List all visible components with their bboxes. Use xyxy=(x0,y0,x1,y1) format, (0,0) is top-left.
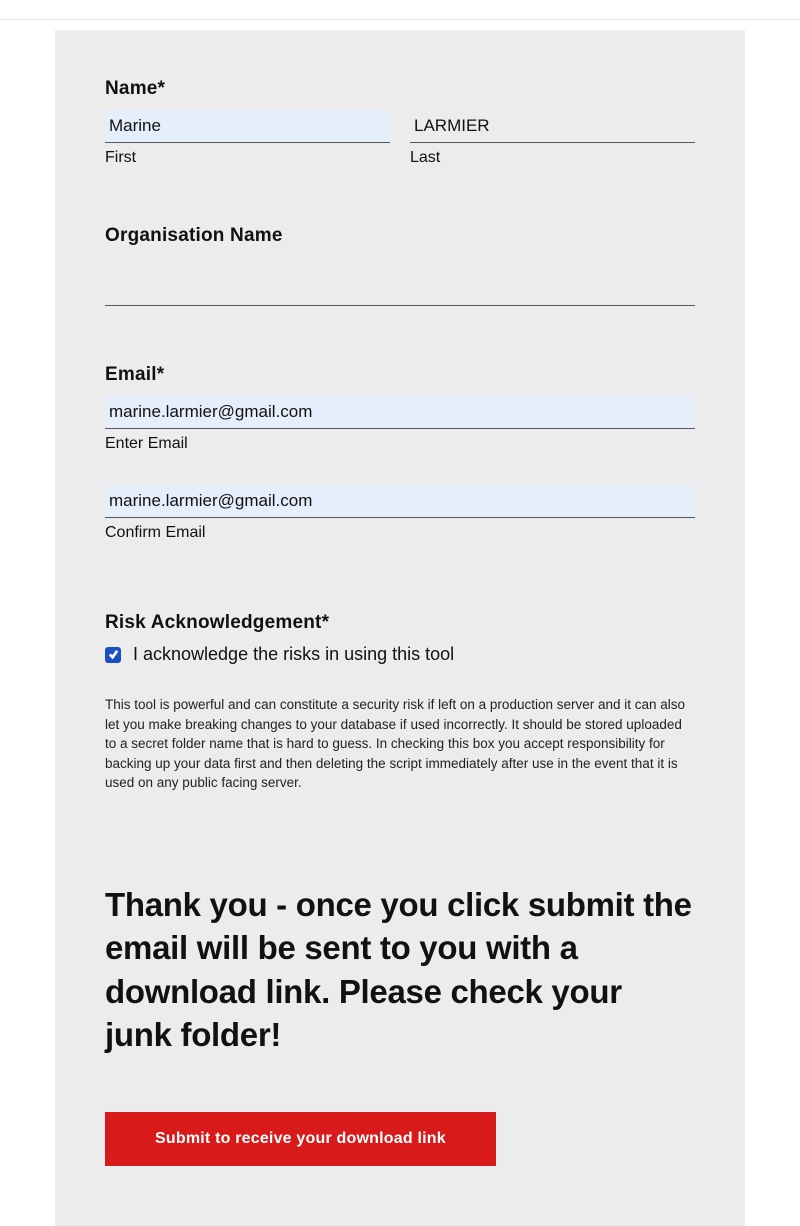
form-container: Name* First Last Organisation Name Email… xyxy=(55,30,745,1226)
risk-disclaimer: This tool is powerful and can constitute… xyxy=(105,695,695,793)
first-name-sublabel: First xyxy=(105,149,390,167)
enter-email-block: Enter Email xyxy=(105,396,695,453)
confirm-email-sublabel: Confirm Email xyxy=(105,524,695,542)
top-border xyxy=(0,0,800,20)
risk-checkbox[interactable] xyxy=(105,647,121,663)
risk-checkbox-row: I acknowledge the risks in using this to… xyxy=(105,644,695,665)
name-group: Name* First Last xyxy=(105,78,695,167)
name-row: First Last xyxy=(105,110,695,167)
confirm-email-block: Confirm Email xyxy=(105,485,695,542)
risk-label: Risk Acknowledgement* xyxy=(105,612,695,634)
thank-you-heading: Thank you - once you click submit the em… xyxy=(105,883,695,1057)
last-name-col: Last xyxy=(410,110,695,167)
submit-button[interactable]: Submit to receive your download link xyxy=(105,1112,496,1166)
last-name-input[interactable] xyxy=(410,110,695,143)
email-label: Email* xyxy=(105,364,695,386)
email-group: Email* Enter Email Confirm Email xyxy=(105,364,695,542)
name-label: Name* xyxy=(105,78,695,100)
first-name-input[interactable] xyxy=(105,110,390,143)
confirm-email-input[interactable] xyxy=(105,485,695,518)
risk-group: Risk Acknowledgement* I acknowledge the … xyxy=(105,612,695,793)
check-icon xyxy=(108,649,119,660)
enter-email-input[interactable] xyxy=(105,396,695,429)
last-name-sublabel: Last xyxy=(410,149,695,167)
org-group: Organisation Name xyxy=(105,225,695,306)
first-name-col: First xyxy=(105,110,390,167)
org-input[interactable] xyxy=(105,273,695,306)
enter-email-sublabel: Enter Email xyxy=(105,435,695,453)
risk-checkbox-label: I acknowledge the risks in using this to… xyxy=(133,644,454,665)
org-label: Organisation Name xyxy=(105,225,695,247)
